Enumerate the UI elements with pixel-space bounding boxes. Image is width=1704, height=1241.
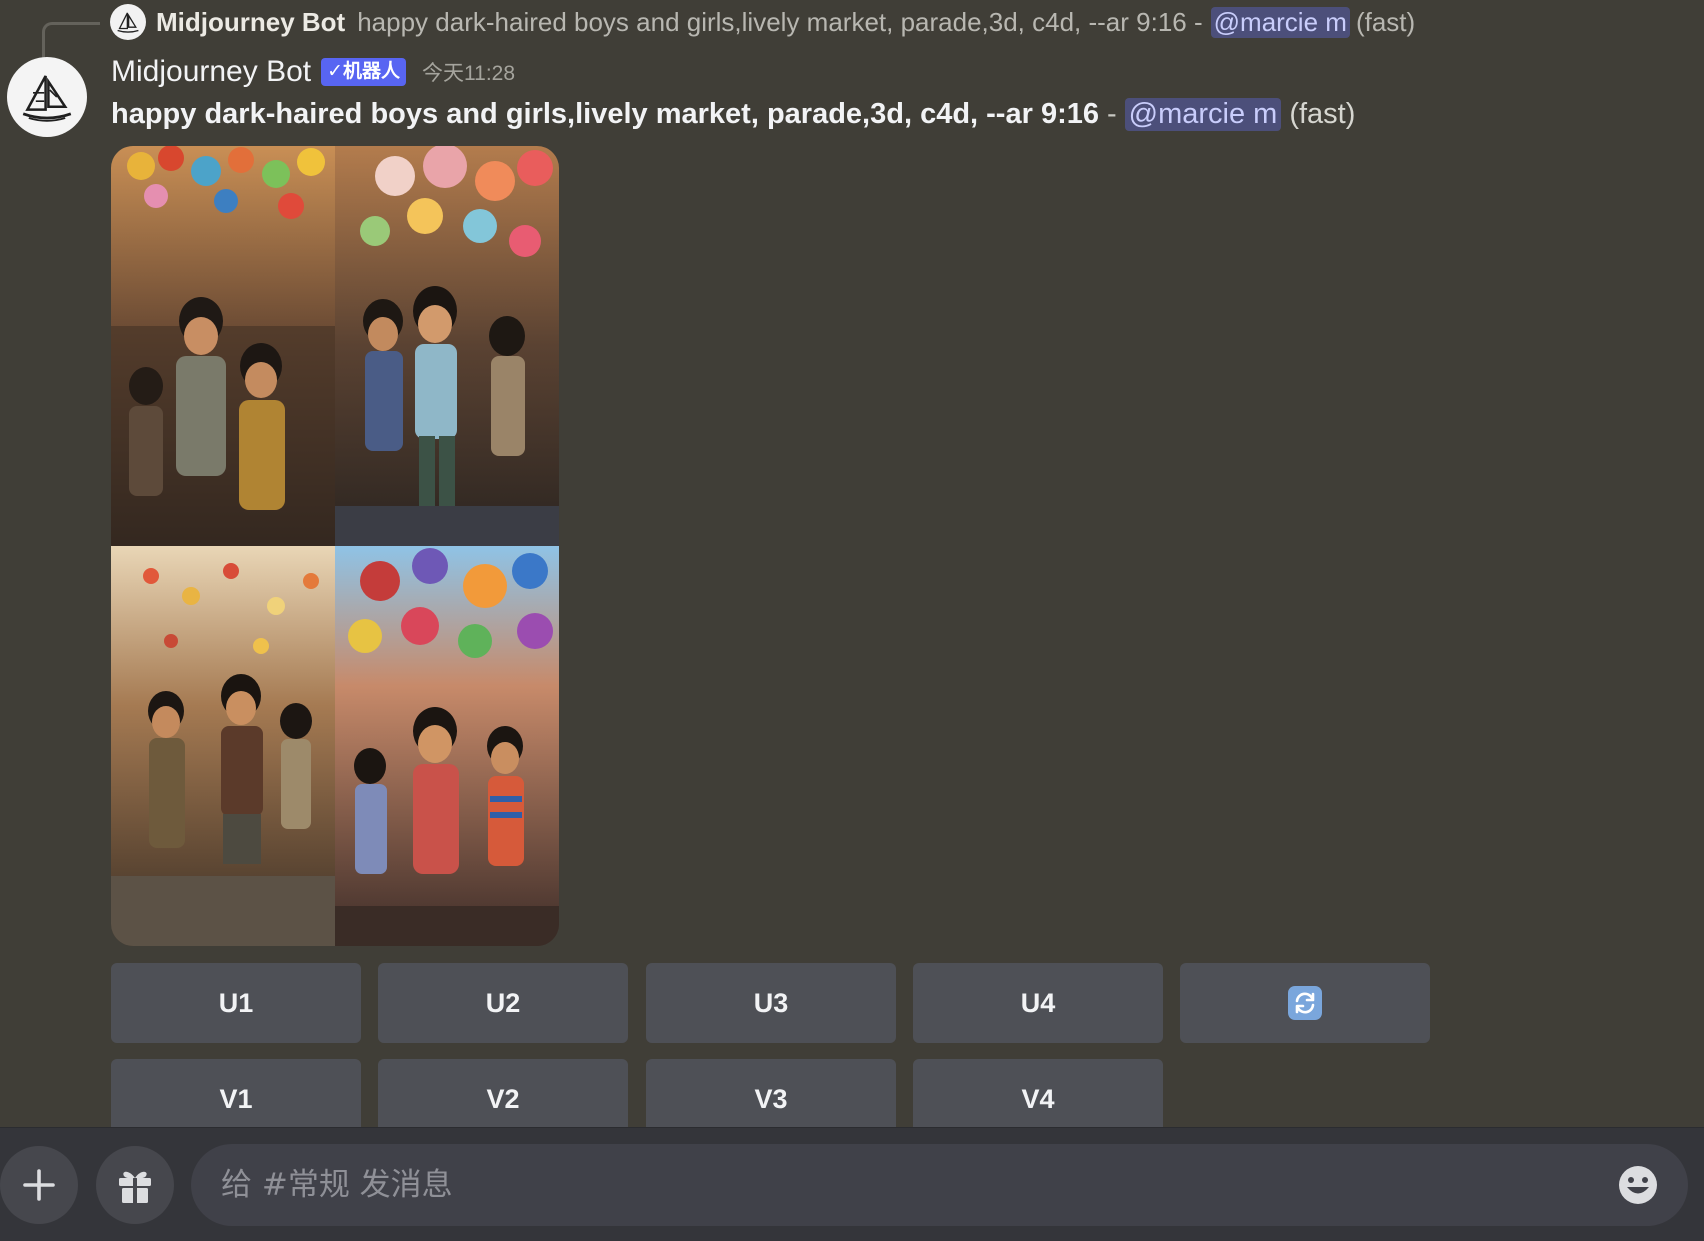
- image-grid[interactable]: [111, 146, 559, 946]
- message-header: Midjourney Bot ✓机器人 今天11:28: [111, 52, 515, 92]
- sailboat-icon: [117, 12, 139, 33]
- gift-icon: [119, 1171, 151, 1203]
- message-input-wrapper[interactable]: [191, 1144, 1688, 1226]
- refresh-icon: [1288, 986, 1322, 1020]
- upscale-button-2[interactable]: U2: [378, 963, 628, 1043]
- chat-view: Midjourney Bot happy dark-haired boys an…: [0, 0, 1704, 1241]
- upscale-button-1[interactable]: U1: [111, 963, 361, 1043]
- message-input[interactable]: [219, 1166, 1616, 1204]
- prompt-text: happy dark-haired boys and girls,lively …: [111, 97, 1099, 130]
- reroll-button[interactable]: [1180, 963, 1430, 1043]
- upscale-button-3[interactable]: U3: [646, 963, 896, 1043]
- user-mention[interactable]: @marcie m: [1124, 97, 1282, 131]
- add-attachment-button[interactable]: [0, 1146, 78, 1224]
- upscale-button-4[interactable]: U4: [913, 963, 1163, 1043]
- author-name[interactable]: Midjourney Bot: [111, 55, 311, 89]
- avatar[interactable]: [7, 57, 87, 137]
- gift-button[interactable]: [96, 1146, 174, 1224]
- grid-image-1[interactable]: [111, 146, 335, 546]
- grid-image-4[interactable]: [335, 546, 559, 946]
- speed-label: (fast): [1289, 97, 1356, 130]
- emoji-button[interactable]: [1616, 1163, 1660, 1207]
- grid-image-3[interactable]: [111, 546, 335, 946]
- message-content: happy dark-haired boys and girls,lively …: [111, 93, 1355, 135]
- grid-image-2[interactable]: [335, 146, 559, 546]
- reply-suffix: (fast): [1355, 6, 1416, 37]
- bot-tag: ✓机器人: [321, 58, 407, 86]
- prompt-separator: -: [1106, 97, 1117, 130]
- reply-reference[interactable]: Midjourney Bot happy dark-haired boys an…: [110, 4, 1415, 40]
- reply-author[interactable]: Midjourney Bot: [156, 7, 345, 38]
- reply-avatar[interactable]: [110, 4, 146, 40]
- emoji-icon: [1619, 1166, 1657, 1204]
- reply-text[interactable]: happy dark-haired boys and girls,lively …: [357, 7, 1202, 38]
- reply-mention[interactable]: @marcie m: [1210, 6, 1350, 38]
- plus-icon: [23, 1169, 55, 1201]
- timestamp[interactable]: 今天11:28: [422, 57, 515, 87]
- sailboat-icon: [22, 75, 72, 122]
